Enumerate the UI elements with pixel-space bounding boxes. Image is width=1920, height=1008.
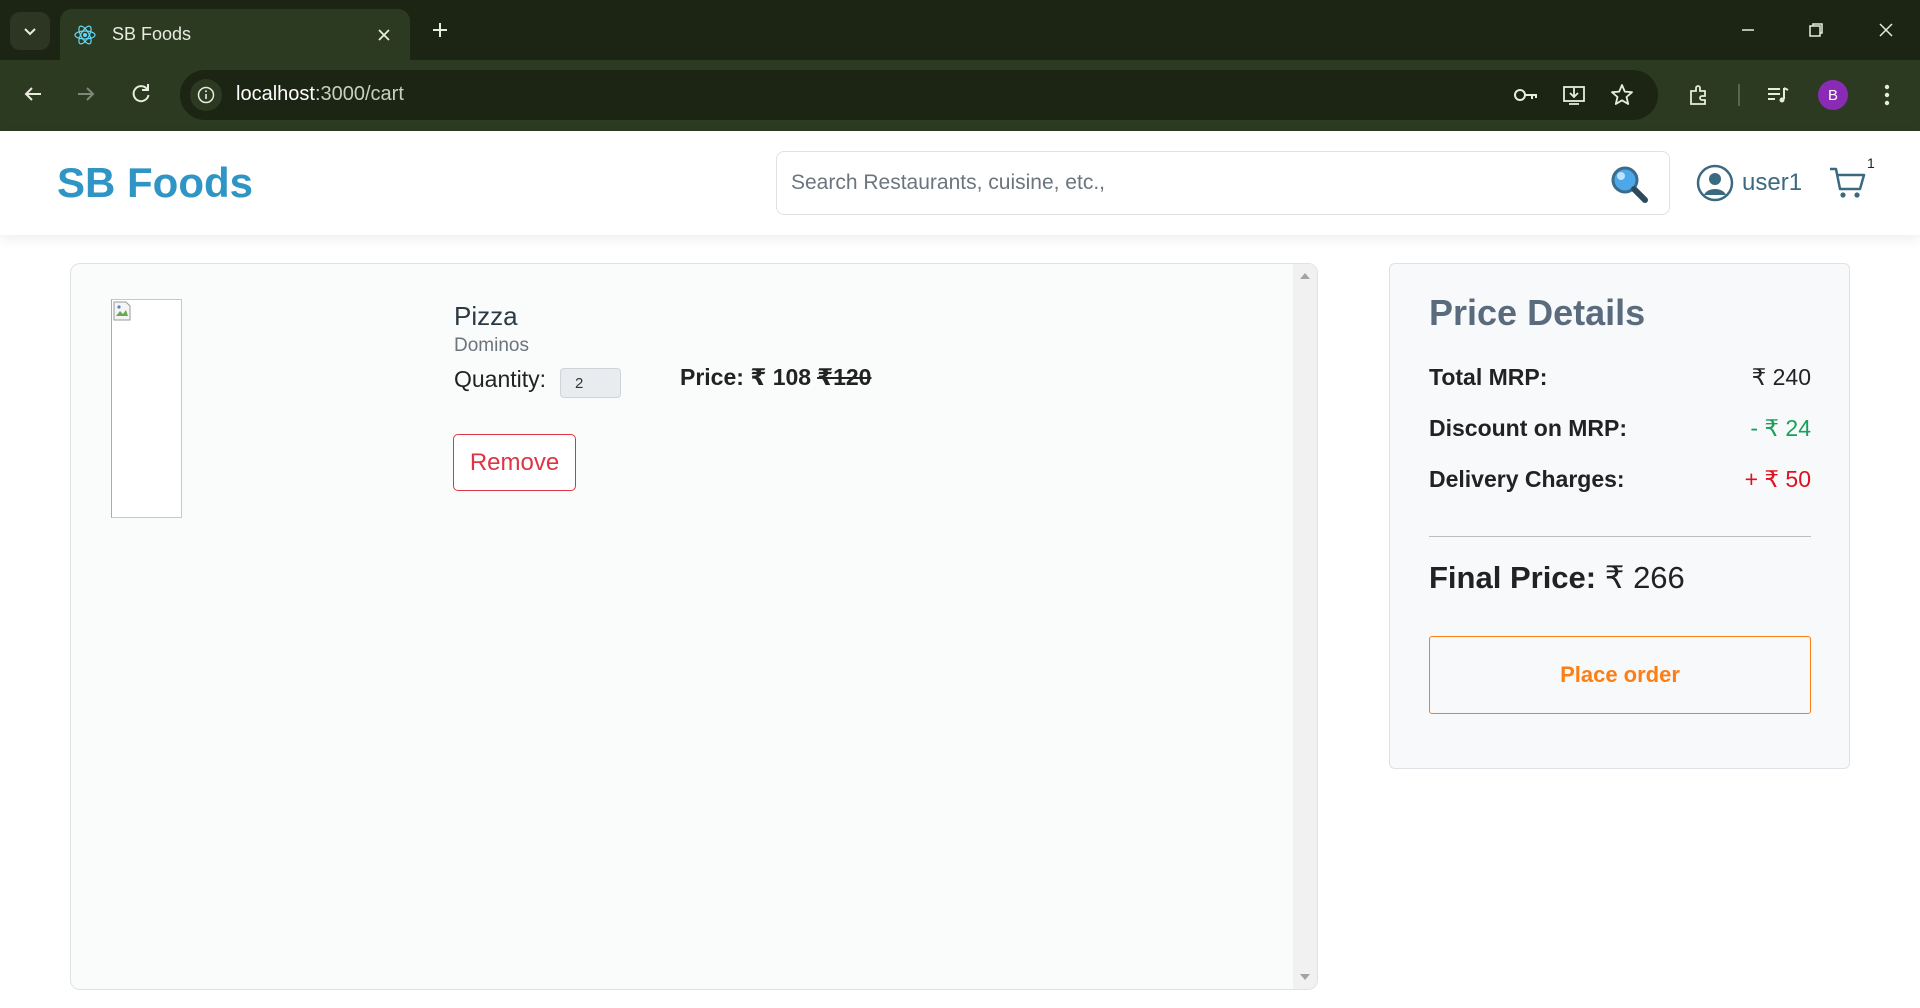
browser-tab-active[interactable]: SB Foods	[60, 9, 410, 60]
toolbar-separator	[1738, 84, 1740, 106]
remove-button[interactable]: Remove	[453, 434, 576, 491]
item-discounted-price: Price: ₹ 108	[680, 364, 812, 390]
back-arrow-icon[interactable]	[15, 76, 51, 112]
minimize-icon[interactable]	[1728, 14, 1768, 46]
discount-value: - ₹ 24	[1750, 415, 1811, 441]
scroll-up-arrow-icon[interactable]	[1300, 273, 1310, 279]
forward-arrow-icon[interactable]	[68, 76, 104, 112]
discount-label: Discount on MRP:	[1429, 415, 1628, 441]
price-details-title: Price Details	[1429, 292, 1646, 333]
close-window-icon[interactable]	[1866, 14, 1906, 46]
tab-title: SB Foods	[112, 24, 192, 44]
final-price: Final Price: ₹ 266	[1429, 560, 1685, 596]
price-details-panel: Price Details Total MRP: ₹ 240 Discount …	[1389, 263, 1850, 769]
price-divider	[1429, 536, 1811, 537]
cart-scrollbar[interactable]	[1293, 264, 1317, 989]
broken-image-icon	[113, 301, 131, 321]
close-tab-icon[interactable]	[370, 21, 398, 49]
place-order-button[interactable]: Place order	[1429, 636, 1811, 714]
scroll-down-arrow-icon[interactable]	[1300, 974, 1310, 980]
browser-tabstrip: SB Foods	[0, 0, 1920, 60]
tab-search-button[interactable]	[10, 12, 50, 50]
url-text[interactable]: localhost:3000/cart	[236, 83, 404, 106]
url-host: localhost	[236, 83, 315, 105]
total-mrp-row: Total MRP: ₹ 240	[1429, 364, 1811, 398]
search-icon[interactable]	[1609, 164, 1649, 204]
brand-logo[interactable]: SB Foods	[57, 159, 253, 207]
user-circle-icon	[1696, 164, 1734, 202]
cart-count-badge: 1	[1867, 155, 1875, 171]
delivery-row: Delivery Charges: + ₹ 50	[1429, 466, 1811, 500]
username: user1	[1742, 169, 1803, 196]
total-mrp-value: ₹ 240	[1751, 364, 1811, 390]
cart-icon[interactable]	[1828, 165, 1868, 201]
app-header: SB Foods user1 1	[0, 131, 1920, 235]
final-price-value: ₹ 266	[1604, 560, 1685, 595]
chevron-down-icon	[24, 28, 36, 36]
cart-items-panel: Pizza Dominos Quantity: Price: ₹ 108₹120…	[70, 263, 1318, 990]
url-path: :3000/cart	[314, 83, 404, 105]
react-icon	[72, 22, 98, 48]
quantity-label: Quantity:	[454, 366, 547, 392]
new-tab-icon[interactable]	[424, 14, 456, 46]
media-controls-icon[interactable]	[1761, 78, 1795, 112]
delivery-value: + ₹ 50	[1744, 466, 1811, 492]
install-app-icon[interactable]	[1558, 79, 1590, 111]
search-box	[776, 151, 1670, 215]
more-menu-icon[interactable]	[1870, 78, 1904, 112]
reload-icon[interactable]	[123, 76, 159, 112]
item-restaurant: Dominos	[454, 335, 529, 356]
item-original-price: ₹120	[817, 364, 872, 390]
restore-icon[interactable]	[1796, 14, 1836, 46]
item-image	[111, 299, 182, 518]
final-price-label: Final Price:	[1429, 560, 1597, 595]
item-price: Price: ₹ 108 ₹120	[680, 364, 871, 391]
address-bar[interactable]: localhost:3000/cart	[180, 70, 1658, 120]
search-input[interactable]	[791, 166, 1571, 200]
delivery-label: Delivery Charges:	[1429, 466, 1625, 492]
site-info-icon[interactable]	[190, 79, 222, 111]
item-name: Pizza	[454, 301, 518, 331]
quantity-field[interactable]	[560, 368, 621, 398]
user-profile[interactable]: user1	[1696, 163, 1802, 203]
password-key-icon[interactable]	[1510, 79, 1542, 111]
profile-avatar[interactable]: B	[1818, 80, 1848, 110]
total-mrp-label: Total MRP:	[1429, 364, 1548, 390]
discount-row: Discount on MRP: - ₹ 24	[1429, 415, 1811, 449]
bookmark-star-icon[interactable]	[1606, 79, 1638, 111]
extensions-puzzle-icon[interactable]	[1682, 78, 1716, 112]
